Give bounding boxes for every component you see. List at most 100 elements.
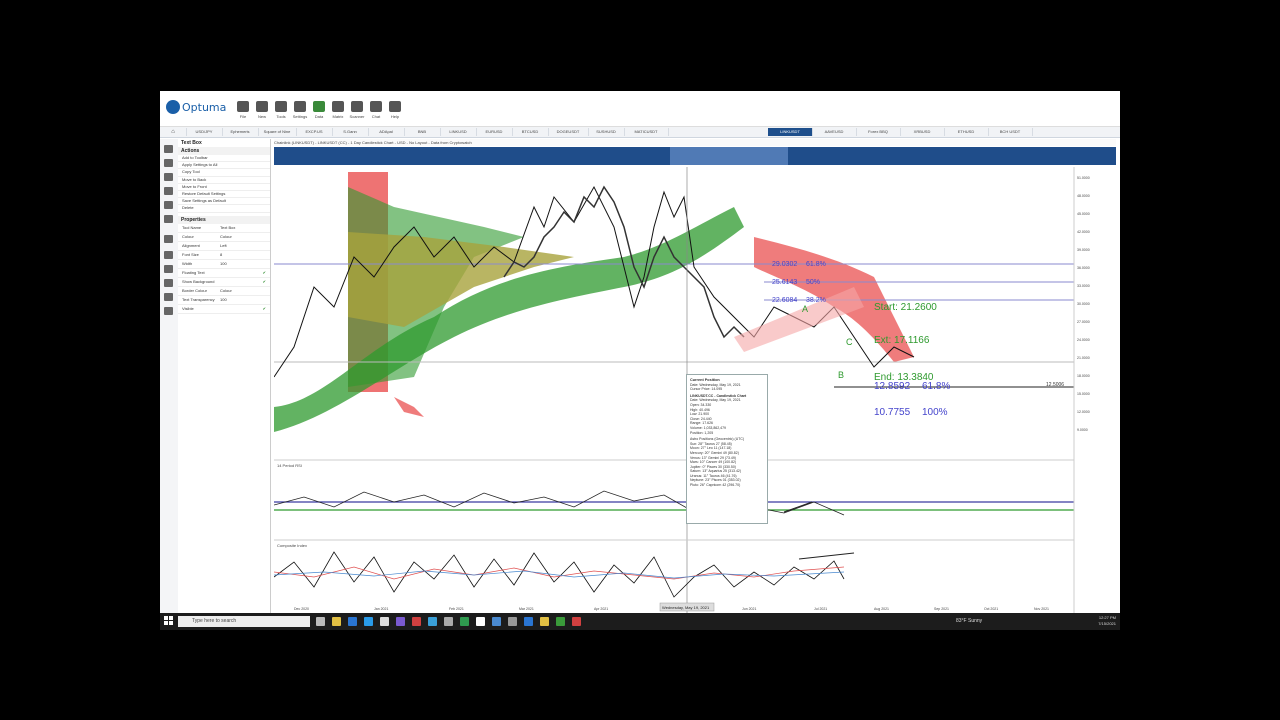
app-icon[interactable] <box>492 617 501 626</box>
undo-icon[interactable] <box>164 201 173 209</box>
eye-icon[interactable] <box>164 279 173 287</box>
layers-icon[interactable] <box>164 293 173 301</box>
action-item[interactable]: Apply Settings to All <box>178 162 270 170</box>
action-item[interactable]: Move to Back <box>178 177 270 184</box>
price-tick: 51.0000 <box>1077 176 1090 180</box>
settings-button[interactable]: Settings <box>291 101 309 119</box>
actions-header: Actions <box>178 147 270 155</box>
scanner-button[interactable]: Scanner <box>348 101 366 119</box>
overview-window[interactable] <box>670 147 788 165</box>
app-icon[interactable] <box>572 617 581 626</box>
tab[interactable]: BCH USDT <box>988 128 1033 136</box>
property-row[interactable]: Border Colour Colour <box>178 287 270 296</box>
link-icon[interactable] <box>164 159 173 167</box>
time-tick: Feb 2021 <box>449 607 464 611</box>
store-icon[interactable] <box>380 617 389 626</box>
chrome-icon[interactable] <box>476 617 485 626</box>
time-tick: Apr 2021 <box>594 607 608 611</box>
action-item[interactable]: Add to Toolbar <box>178 155 270 163</box>
save-icon[interactable] <box>164 173 173 181</box>
weather-widget[interactable]: 83°F Sunny <box>956 618 982 624</box>
crosshair-icon[interactable] <box>164 215 173 223</box>
app-icon[interactable] <box>444 617 453 626</box>
tab[interactable]: Ephemeris <box>222 128 259 136</box>
action-item[interactable]: Save Settings as Default <box>178 198 270 206</box>
task-view-icon[interactable] <box>316 617 325 626</box>
action-item[interactable]: Copy Tool <box>178 169 270 177</box>
tab[interactable]: MATICUSDT <box>624 128 669 136</box>
property-row[interactable]: Colour Colour <box>178 233 270 242</box>
system-clock[interactable]: 12:27 PM 7/15/2021 <box>1098 615 1116 627</box>
time-tick: Sep 2021 <box>934 607 949 611</box>
app-icon[interactable] <box>556 617 565 626</box>
data-button[interactable]: Data <box>310 101 328 119</box>
tab[interactable]: SUSHUSD <box>588 128 625 136</box>
mail-icon[interactable] <box>348 617 357 626</box>
app-icon[interactable] <box>396 617 405 626</box>
action-item[interactable]: Restore Default Settings <box>178 191 270 199</box>
cursor-icon[interactable] <box>164 145 173 153</box>
tab[interactable]: ADApal <box>368 128 405 136</box>
property-row[interactable]: Tool Name Text Box <box>178 224 270 233</box>
price-axis: 51.0000 48.0000 45.0000 42.0000 39.0000 … <box>1077 176 1090 432</box>
price-tick: 9.0000 <box>1077 428 1088 432</box>
property-row[interactable]: Floating Text ✔ <box>178 269 270 278</box>
tab[interactable]: DOGEUSDT <box>548 128 589 136</box>
fib-pct: 50% <box>806 279 820 286</box>
chat-button[interactable]: Chat <box>367 101 385 119</box>
tab[interactable]: Square of Nine <box>258 128 297 136</box>
tab[interactable]: USD/JPY <box>186 128 223 136</box>
ruler-icon[interactable] <box>164 307 173 315</box>
time-tick: Nov 2021 <box>1034 607 1049 611</box>
chart-header: Chainlink (LINKUSDT) - LINKUSDT (CC) - 1… <box>274 139 1116 146</box>
windows-start-button[interactable] <box>164 616 174 626</box>
lock-icon[interactable] <box>164 265 173 273</box>
help-button[interactable]: Help <box>386 101 404 119</box>
property-row[interactable]: Show Background ✔ <box>178 278 270 287</box>
tab[interactable]: ETHUSD <box>944 128 989 136</box>
new-button[interactable]: New <box>253 101 271 119</box>
composite-label: Composite Index <box>277 543 307 548</box>
fib-label: 29.0302 <box>772 261 797 268</box>
app-icon[interactable] <box>412 617 421 626</box>
tools-button[interactable]: Tools <box>272 101 290 119</box>
property-row[interactable]: Font Size 8 <box>178 251 270 260</box>
tab[interactable]: BTCUSD <box>512 128 549 136</box>
app-icon[interactable] <box>428 617 437 626</box>
property-row[interactable]: Text Transparency 100 <box>178 296 270 305</box>
overview-navigator[interactable] <box>274 147 1116 165</box>
property-row[interactable]: Width 100 <box>178 260 270 269</box>
optuma-taskbar-icon[interactable] <box>524 617 533 626</box>
app-icon[interactable] <box>508 617 517 626</box>
property-row[interactable]: Alignment Left <box>178 242 270 251</box>
price-tick: 18.0000 <box>1077 374 1090 378</box>
fib-pct: 61.8% <box>806 261 826 268</box>
magnet-icon[interactable] <box>164 251 173 259</box>
tab[interactable]: XRBUSD <box>900 128 945 136</box>
tab[interactable]: AAVEUSD <box>812 128 857 136</box>
pencil-icon[interactable] <box>164 235 173 243</box>
file-explorer-icon[interactable] <box>332 617 341 626</box>
home-icon[interactable]: ⌂ <box>160 128 187 136</box>
app-icon[interactable] <box>540 617 549 626</box>
tab-active[interactable]: LINKUSDT <box>768 128 813 136</box>
tab[interactable]: BNB <box>404 128 441 136</box>
tab[interactable]: EXCP.US <box>296 128 333 136</box>
proj-100-pct: 100% <box>922 407 948 418</box>
action-item[interactable]: Move to Front <box>178 184 270 191</box>
tab[interactable]: Forex BBQ <box>856 128 901 136</box>
chart-tabs: ⌂ USD/JPY Ephemeris Square of Nine EXCP.… <box>160 127 1120 138</box>
print-icon[interactable] <box>164 187 173 195</box>
file-button[interactable]: File <box>234 101 252 119</box>
matrix-button[interactable]: Matrix <box>329 101 347 119</box>
tab[interactable]: EURUSD <box>476 128 513 136</box>
price-tick: 45.0000 <box>1077 212 1090 216</box>
taskbar-search-input[interactable]: Type here to search <box>178 616 310 627</box>
fib-pct: 38.2% <box>806 297 826 304</box>
tab[interactable]: S.Gann <box>332 128 369 136</box>
edge-icon[interactable] <box>364 617 373 626</box>
property-row[interactable]: Visible ✔ <box>178 305 270 314</box>
app-icon[interactable] <box>460 617 469 626</box>
action-item[interactable]: Delete <box>178 205 270 213</box>
tab[interactable]: LINKUSD <box>440 128 477 136</box>
